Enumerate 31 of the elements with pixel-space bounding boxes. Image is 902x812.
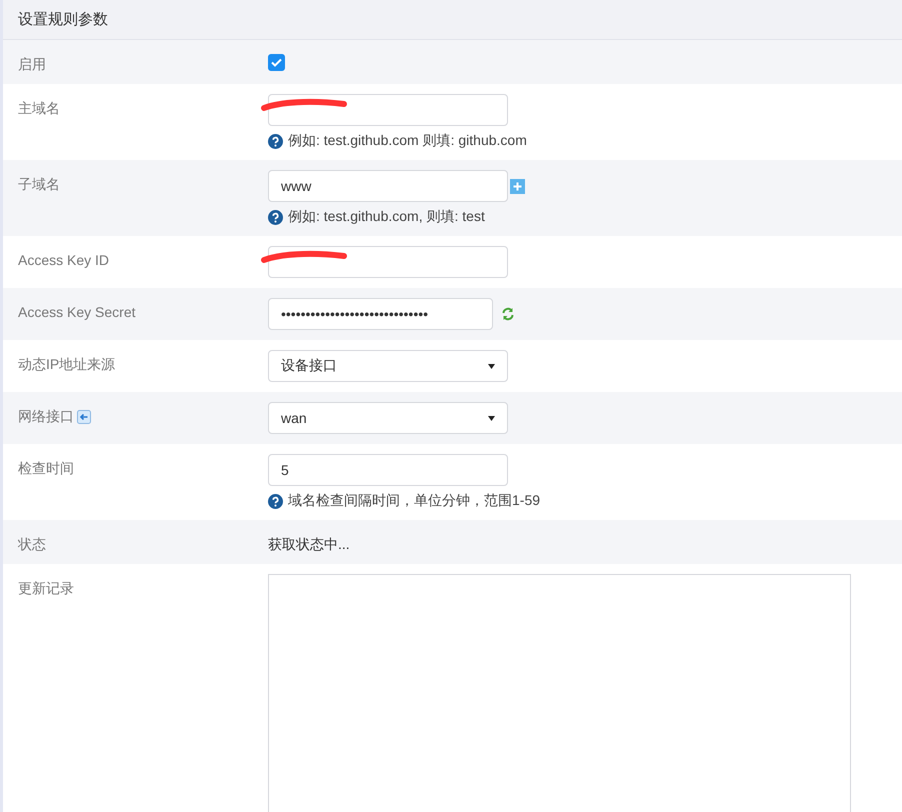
hint-text: 域名检查间隔时间，单位分钟，范围1-59: [288, 492, 540, 510]
check-icon: [271, 58, 282, 67]
add-button[interactable]: [510, 178, 525, 194]
field-label: 动态IP地址来源: [18, 356, 116, 374]
field-label: 网络接口: [18, 408, 74, 426]
hint-text: 例如: test.github.com, 则填: test: [288, 208, 485, 226]
text-field[interactable]: ••••••••••••••••••••••••••••••: [268, 298, 493, 330]
text-field[interactable]: [268, 94, 508, 126]
hint-text: 例如: test.github.com 则填: github.com: [288, 132, 527, 150]
status-text: 获取状态中...: [268, 535, 350, 554]
field-label: 启用: [18, 56, 46, 74]
help-icon: [268, 210, 283, 224]
text-field[interactable]: www: [268, 170, 508, 202]
field-label: 主域名: [18, 100, 60, 118]
field-label: Access Key ID: [18, 252, 110, 268]
panel-title: 设置规则参数: [18, 10, 108, 29]
text-field[interactable]: [268, 246, 508, 278]
field-label: 状态: [18, 536, 46, 554]
refresh-icon[interactable]: [501, 307, 515, 321]
field-label: 检查时间: [18, 460, 74, 478]
help-icon: [268, 134, 283, 148]
select-field[interactable]: 设备接口: [268, 350, 508, 382]
field-label: 更新记录: [18, 580, 74, 598]
help-icon: [268, 494, 283, 508]
text-field[interactable]: 5: [268, 454, 508, 486]
checkbox[interactable]: [268, 54, 285, 71]
field-label: 子域名: [18, 176, 60, 194]
select-field[interactable]: wan: [268, 402, 508, 434]
caret-icon: [488, 416, 495, 420]
field-label: Access Key Secret: [18, 304, 136, 320]
caret-icon: [488, 364, 495, 368]
